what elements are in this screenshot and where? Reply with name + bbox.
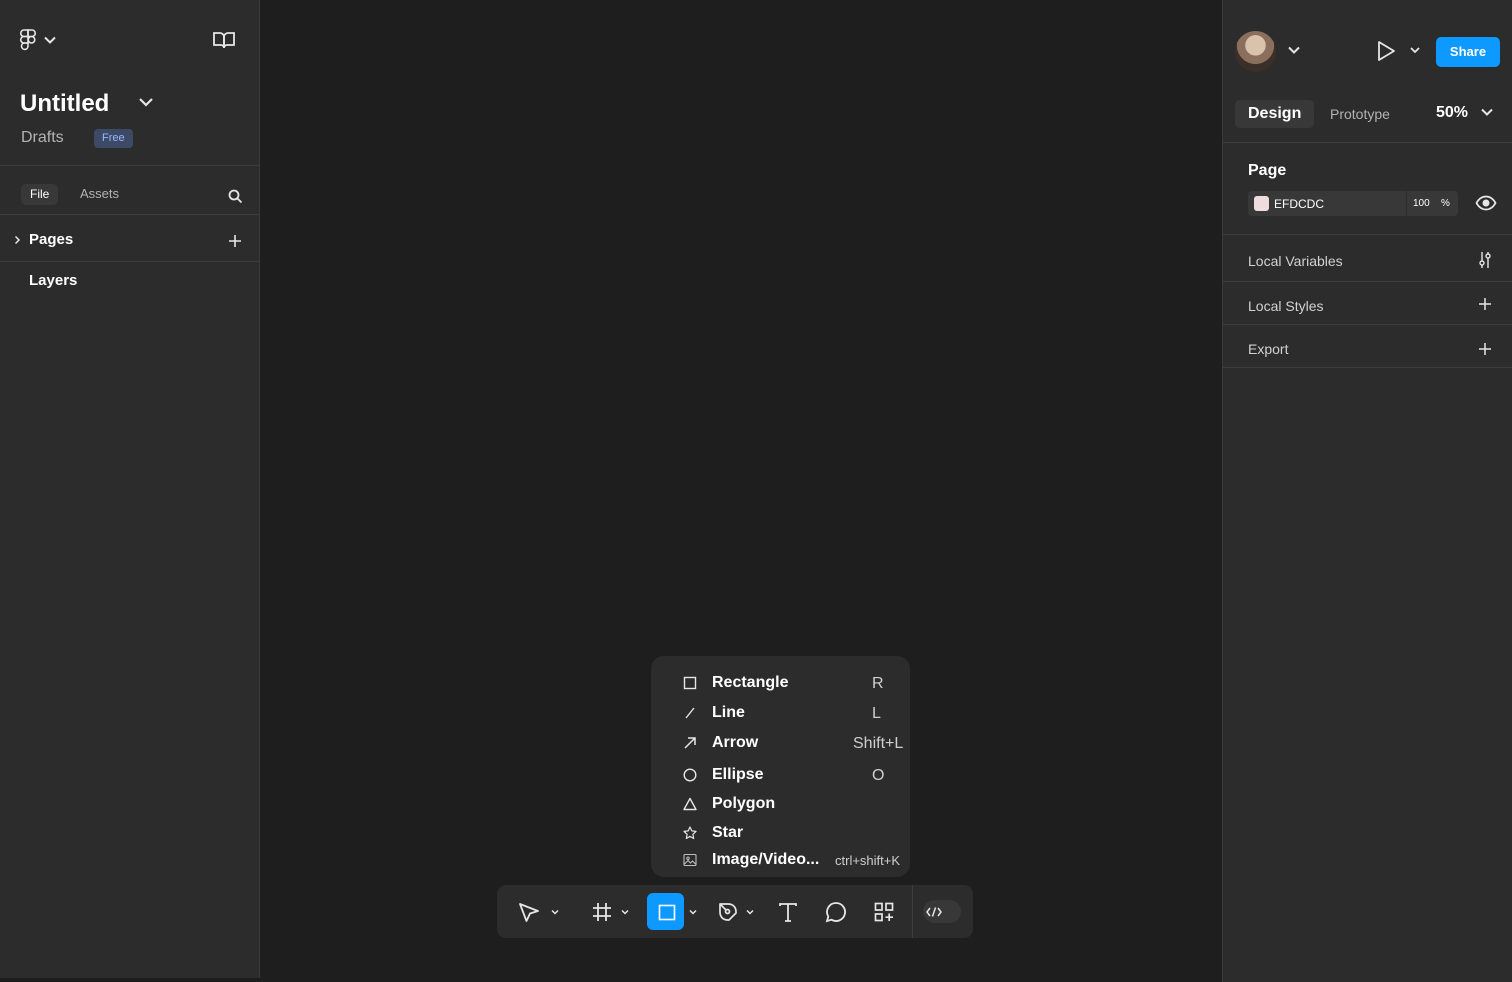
tab-assets[interactable]: Assets [80,186,119,201]
shortcut-label: Shift+L [853,735,904,752]
figma-app: Untitled Drafts Free File Assets Pages L… [0,0,1512,982]
menu-item-label: Image/Video... [712,851,820,868]
chevron-down-icon[interactable] [1480,107,1494,117]
main-menu-button[interactable] [18,28,56,52]
text-icon [779,902,797,922]
tab-prototype[interactable]: Prototype [1330,106,1390,122]
dev-mode-toggle[interactable] [923,900,961,923]
menu-item-label: Ellipse [712,766,764,783]
share-button[interactable]: Share [1436,37,1500,67]
rectangle-icon [683,676,697,690]
bottom-toolbar [497,885,973,938]
toolbar-divider [912,885,913,938]
search-icon[interactable] [228,189,243,204]
chevron-down-icon [44,36,56,44]
divider [1223,367,1512,368]
menu-item-image-video[interactable]: Image/Video... ctrl+shift+K [651,847,910,873]
menu-item-label: Polygon [712,795,776,812]
play-icon[interactable] [1375,39,1397,63]
menu-item-arrow[interactable]: Arrow Shift+L [651,730,910,756]
book-icon[interactable] [212,30,236,50]
divider [0,261,259,262]
text-tool[interactable] [773,885,803,938]
opacity-unit: % [1441,198,1450,209]
shape-menu: Rectangle R Line L Arrow Shift+L Ellipse… [651,656,910,877]
zoom-level[interactable]: 50% [1436,104,1468,122]
divider [1223,234,1512,235]
chevron-down-icon [688,909,697,915]
code-icon [926,907,942,917]
local-styles-label[interactable]: Local Styles [1248,298,1323,314]
divider [0,214,259,215]
shortcut-label: R [872,675,884,692]
layers-label: Layers [29,272,78,289]
polygon-icon [683,797,697,811]
chevron-down-icon [746,909,754,915]
line-icon [685,707,695,719]
menu-item-ellipse[interactable]: Ellipse O [651,762,910,788]
frame-tool[interactable] [585,885,635,938]
grid-plus-icon [874,902,894,921]
menu-item-polygon[interactable]: Polygon [651,791,910,817]
menu-item-label: Arrow [712,734,759,751]
chevron-right-icon [14,235,21,244]
plus-icon[interactable] [1478,342,1492,356]
chevron-down-icon [621,909,629,915]
page-section-title: Page [1248,162,1287,179]
menu-item-star[interactable]: Star [651,820,910,846]
pages-label: Pages [29,231,74,248]
pages-toggle[interactable]: Pages [14,231,73,248]
avatar[interactable] [1235,31,1276,72]
shortcut-label: O [872,767,885,784]
chevron-down-icon[interactable] [138,96,154,108]
figma-logo-icon [20,29,36,51]
tab-design[interactable]: Design [1235,100,1315,128]
chevron-down-icon[interactable] [1409,45,1421,55]
rectangle-icon [658,904,675,920]
export-label[interactable]: Export [1248,341,1288,357]
comment-tool[interactable] [821,885,851,938]
hex-value[interactable]: EFDCDC [1274,197,1324,211]
arrow-icon [684,737,696,749]
menu-item-label: Line [712,704,745,721]
divider [0,165,259,166]
actions-tool[interactable] [869,885,899,938]
opacity-value[interactable]: 100 [1413,198,1430,209]
move-tool[interactable] [511,885,565,938]
divider [1223,324,1512,325]
page-color-field[interactable]: EFDCDC 100 % [1248,191,1458,216]
tab-file[interactable]: File [21,184,59,205]
field-separator [1406,191,1407,216]
shortcut-label: L [872,705,881,722]
chevron-down-icon[interactable] [1287,45,1301,55]
shortcut-label: ctrl+shift+K [835,853,901,868]
menu-item-label: Rectangle [712,674,789,691]
image-icon [683,853,697,867]
local-variables-label[interactable]: Local Variables [1248,253,1343,269]
sliders-icon[interactable] [1478,251,1492,269]
ellipse-icon [683,768,697,782]
pen-icon [719,902,737,921]
plus-icon[interactable] [1478,297,1492,311]
plan-badge: Free [94,129,133,148]
chevron-down-icon [551,909,559,915]
pen-tool[interactable] [713,885,759,938]
menu-item-label: Star [712,824,744,841]
file-title[interactable]: Untitled [20,90,109,118]
divider [1223,281,1512,282]
menu-item-rectangle[interactable]: Rectangle R [651,670,910,696]
file-location[interactable]: Drafts [21,129,64,147]
eye-icon[interactable] [1475,194,1497,212]
left-sidebar: Untitled Drafts Free File Assets Pages L… [0,0,260,978]
comment-icon [825,901,846,922]
divider [1223,142,1512,143]
star-icon [683,826,697,840]
add-page-icon[interactable] [227,233,243,249]
cursor-icon [519,902,539,922]
color-swatch[interactable] [1254,196,1269,211]
right-panel: Share Design Prototype 50% Page EFDCDC 1… [1222,0,1512,982]
frame-icon [593,902,611,921]
shape-tool[interactable] [647,885,699,938]
menu-item-line[interactable]: Line L [651,700,910,726]
